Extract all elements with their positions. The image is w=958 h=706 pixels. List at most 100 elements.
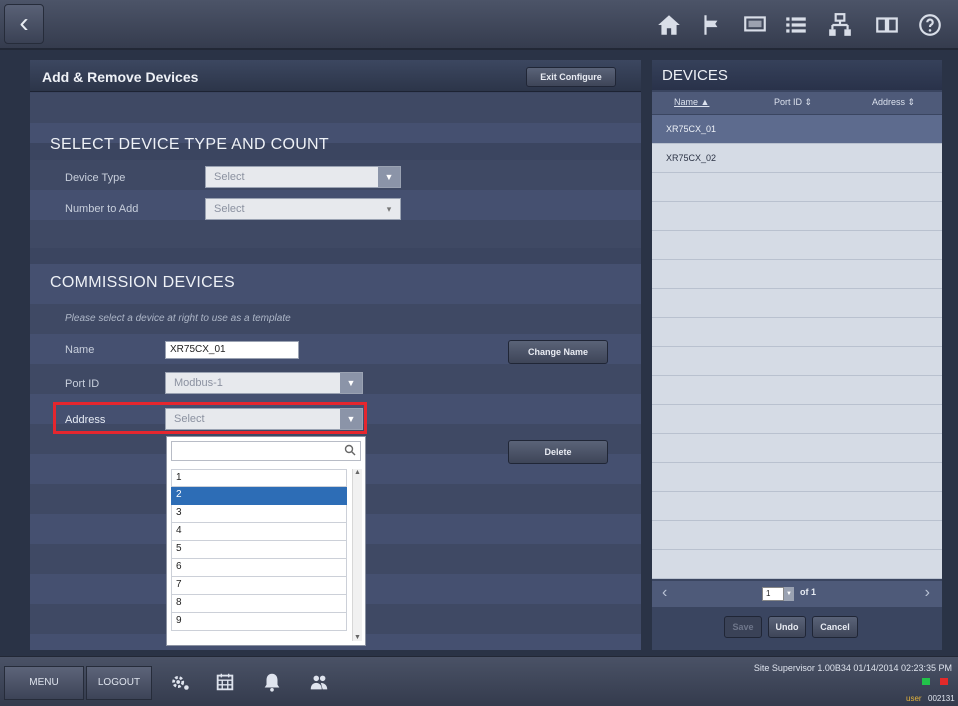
commission-section-title: COMMISSION DEVICES: [50, 274, 235, 291]
table-row[interactable]: [652, 289, 942, 318]
number-to-add-label: Number to Add: [65, 203, 139, 215]
select-section-title: SELECT DEVICE TYPE AND COUNT: [50, 136, 329, 153]
list-icon[interactable]: [781, 10, 811, 40]
chevron-down-icon[interactable]: ▼: [784, 587, 794, 601]
users-icon[interactable]: [306, 669, 332, 695]
top-toolbar: ‹: [0, 0, 958, 50]
display-icon[interactable]: [740, 10, 770, 40]
previous-page-icon[interactable]: ‹: [662, 584, 667, 602]
logout-button[interactable]: LOGOUT: [86, 666, 152, 700]
dropdown-option[interactable]: 3: [171, 505, 347, 523]
alarm-bell-icon[interactable]: [259, 669, 285, 695]
table-row[interactable]: [652, 202, 942, 231]
row-stripe: [30, 93, 641, 123]
port-id-label: Port ID: [65, 378, 100, 390]
menu-button[interactable]: MENU: [4, 666, 84, 700]
cancel-button[interactable]: Cancel: [812, 616, 858, 638]
settings-icon[interactable]: [167, 669, 193, 695]
table-row[interactable]: [652, 463, 942, 492]
devices-table: XR75CX_01 XR75CX_02: [652, 115, 942, 579]
column-name[interactable]: Name ▲: [674, 97, 709, 107]
dropdown-search-input[interactable]: [171, 441, 361, 461]
name-input[interactable]: XR75CX_01: [165, 341, 299, 359]
column-port-id[interactable]: Port ID ⇕: [774, 97, 812, 108]
devices-header: DEVICES: [652, 60, 942, 90]
flag-icon[interactable]: [697, 10, 727, 40]
row-stripe: [30, 220, 641, 248]
devices-column-header: Name ▲ Port ID ⇕ Address ⇕: [652, 92, 942, 114]
chevron-down-icon: ▼: [340, 409, 362, 429]
help-icon[interactable]: [915, 10, 945, 40]
dropdown-option[interactable]: 2: [171, 487, 347, 505]
network-icon[interactable]: [825, 10, 855, 40]
dropdown-options-list: 123456789: [171, 469, 347, 631]
address-select[interactable]: Select ▼: [165, 408, 363, 430]
chevron-down-icon: ▼: [340, 373, 362, 393]
dropdown-option[interactable]: 7: [171, 577, 347, 595]
next-page-icon[interactable]: ›: [925, 584, 930, 602]
undo-button[interactable]: Undo: [768, 616, 806, 638]
panel-title: Add & Remove Devices: [42, 69, 199, 85]
change-name-button[interactable]: Change Name: [508, 340, 608, 364]
status-led-green: [922, 678, 930, 685]
dropdown-option[interactable]: 9: [171, 613, 347, 631]
sort-icon: ⇕: [804, 97, 813, 107]
dropdown-option[interactable]: 1: [171, 469, 347, 487]
user-label: user: [906, 694, 922, 703]
table-row[interactable]: [652, 318, 942, 347]
table-row[interactable]: [652, 521, 942, 550]
dropdown-option[interactable]: 5: [171, 541, 347, 559]
column-address[interactable]: Address ⇕: [872, 97, 915, 108]
dropdown-option[interactable]: 4: [171, 523, 347, 541]
add-remove-devices-panel: Add & Remove Devices Exit Configure SELE…: [30, 60, 641, 650]
devices-pager: ‹ 1 ▼ of 1 ›: [652, 581, 942, 607]
bottom-toolbar: MENU LOGOUT Site Supervisor 1.00B34 01/1…: [0, 656, 958, 706]
table-row[interactable]: [652, 405, 942, 434]
device-type-select[interactable]: Select ▼: [205, 166, 401, 188]
template-hint: Please select a device at right to use a…: [65, 313, 291, 324]
name-label: Name: [65, 344, 95, 356]
scroll-up-icon: ▲: [354, 469, 361, 476]
table-row[interactable]: [652, 434, 942, 463]
book-icon[interactable]: [872, 10, 902, 40]
dropdown-scrollbar[interactable]: ▲ ▼: [352, 469, 362, 641]
search-icon: [344, 444, 356, 456]
table-row[interactable]: XR75CX_02: [652, 144, 942, 173]
table-row[interactable]: [652, 550, 942, 579]
devices-panel: DEVICES Name ▲ Port ID ⇕ Address ⇕ XR75C…: [652, 60, 942, 650]
page-number-input[interactable]: 1: [762, 587, 784, 601]
table-row[interactable]: [652, 347, 942, 376]
save-button[interactable]: Save: [724, 616, 762, 638]
status-led-red: [940, 678, 948, 685]
chevron-left-icon: ‹: [19, 7, 29, 38]
calendar-icon[interactable]: [212, 669, 238, 695]
scroll-down-icon: ▼: [354, 634, 361, 641]
device-type-label: Device Type: [65, 172, 126, 184]
address-dropdown: 123456789 ▲ ▼: [166, 436, 366, 646]
back-button[interactable]: ‹: [4, 4, 44, 44]
chevron-down-icon: ▾: [386, 204, 392, 214]
table-row[interactable]: [652, 376, 942, 405]
sort-icon: ⇕: [907, 97, 916, 107]
status-text: Site Supervisor 1.00B34 01/14/2014 02:23…: [753, 663, 952, 673]
table-row[interactable]: [652, 492, 942, 521]
page-count-label: of 1: [800, 587, 817, 597]
delete-button[interactable]: Delete: [508, 440, 608, 464]
devices-title: DEVICES: [662, 67, 728, 84]
dropdown-option[interactable]: 8: [171, 595, 347, 613]
exit-configure-button[interactable]: Exit Configure: [526, 67, 616, 87]
chevron-down-icon: ▼: [378, 167, 400, 187]
number-to-add-select[interactable]: Select ▾: [205, 198, 401, 220]
port-id-select[interactable]: Modbus-1 ▼: [165, 372, 363, 394]
table-row[interactable]: [652, 173, 942, 202]
table-row[interactable]: [652, 260, 942, 289]
address-label: Address: [65, 414, 106, 426]
device-name-cell: XR75CX_02: [666, 153, 717, 163]
table-row[interactable]: XR75CX_01: [652, 115, 942, 144]
device-name-cell: XR75CX_01: [666, 124, 717, 134]
user-id: 002131: [928, 694, 955, 703]
home-icon[interactable]: [654, 10, 684, 40]
sort-icon: ▲: [700, 97, 710, 107]
dropdown-option[interactable]: 6: [171, 559, 347, 577]
table-row[interactable]: [652, 231, 942, 260]
